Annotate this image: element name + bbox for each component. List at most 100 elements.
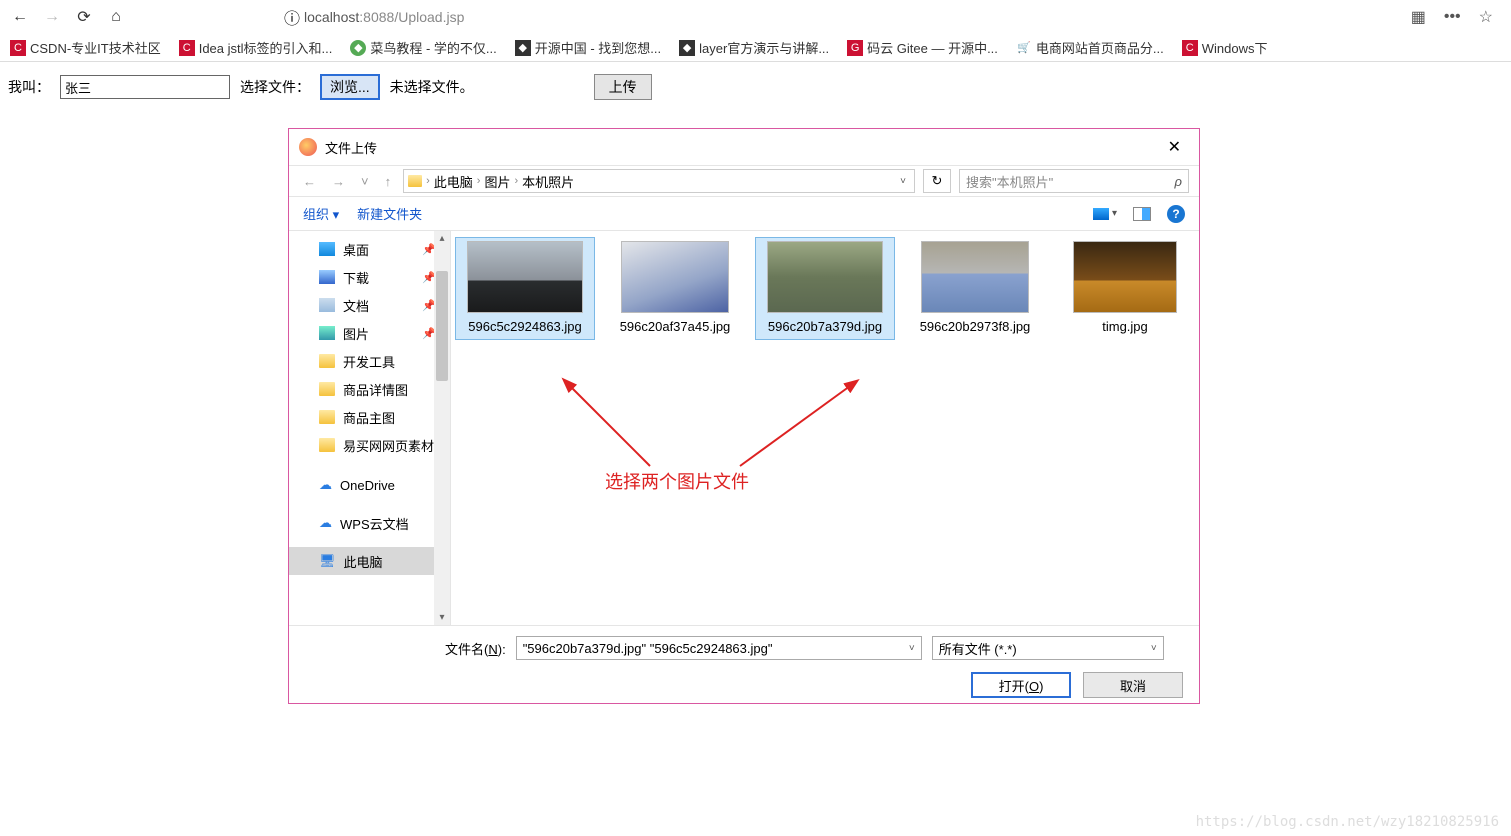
scroll-up-icon[interactable]: ▴: [437, 233, 447, 244]
filename-label: 文件名(N):: [445, 639, 506, 658]
sidebar-item[interactable]: 文档📌: [289, 291, 450, 319]
crumb-root[interactable]: 此电脑: [434, 172, 473, 191]
nav-back-icon[interactable]: ←: [299, 174, 320, 189]
view-mode-icon[interactable]: ▾: [1093, 208, 1117, 220]
url-text: localhost:8088/Upload.jsp: [304, 9, 464, 25]
sidebar-item[interactable]: 开发工具: [289, 347, 450, 375]
file-item[interactable]: 596c20b7a379d.jpg: [755, 237, 895, 340]
crumb-camera[interactable]: 本机照片: [522, 172, 574, 191]
name-input[interactable]: [60, 75, 230, 99]
sidebar-item[interactable]: 桌面📌: [289, 235, 450, 263]
nav-up-icon[interactable]: ↑: [381, 174, 396, 189]
file-thumbnail: [767, 241, 883, 313]
sidebar-label: 商品主图: [343, 408, 395, 427]
bookmark-item[interactable]: ◆layer官方演示与讲解...: [679, 38, 829, 57]
bookmark-item[interactable]: 🛒电商网站首页商品分...: [1016, 38, 1164, 57]
chevron-down-icon[interactable]: ˅: [1151, 643, 1157, 654]
bookmark-label: 电商网站首页商品分...: [1036, 38, 1164, 57]
chevron-right-icon: ›: [426, 175, 430, 187]
sidebar-item[interactable]: 易买网网页素材: [289, 431, 450, 459]
bookmark-label: Windows下: [1202, 38, 1268, 57]
open-button[interactable]: 打开(O): [971, 672, 1071, 698]
scroll-down-icon[interactable]: ▾: [437, 612, 447, 623]
reload-button[interactable]: ⟳: [72, 5, 96, 29]
sidebar-item[interactable]: 图片📌: [289, 319, 450, 347]
url-bar[interactable]: ⓘ localhost:8088/Upload.jsp: [276, 4, 1403, 30]
scrollbar-thumb[interactable]: [436, 271, 448, 381]
new-folder-button[interactable]: 新建文件夹: [357, 204, 422, 223]
file-item[interactable]: 596c20af37a45.jpg: [605, 237, 745, 340]
chevron-down-icon[interactable]: ˅: [900, 176, 906, 187]
file-name: 596c20b2973f8.jpg: [909, 319, 1041, 336]
bookmark-label: CSDN-专业IT技术社区: [30, 38, 161, 57]
help-icon[interactable]: ?: [1167, 205, 1185, 223]
folder-icon: [319, 298, 335, 312]
dialog-nav: ← → ˅ ↑ › 此电脑 › 图片 › 本机照片 ˅ ↻ 搜索"本机照片" ρ: [289, 165, 1199, 197]
dialog-sidebar: 桌面📌下载📌文档📌图片📌 开发工具商品详情图商品主图易买网网页素材 ☁OneDri…: [289, 231, 451, 625]
bookmark-item[interactable]: CIdea jstl标签的引入和...: [179, 38, 333, 57]
search-input[interactable]: 搜索"本机照片" ρ: [959, 169, 1189, 193]
file-name: 596c20af37a45.jpg: [609, 319, 741, 336]
back-button[interactable]: ←: [8, 5, 32, 29]
nav-forward-icon[interactable]: →: [328, 174, 349, 189]
page-body: 我叫： 选择文件： 浏览... 未选择文件。 上传: [0, 62, 1511, 112]
watermark: https://blog.csdn.net/wzy18210825916: [1196, 814, 1499, 830]
filetype-select[interactable]: 所有文件 (*.*)˅: [932, 636, 1164, 660]
file-thumbnail: [467, 241, 583, 313]
qr-icon[interactable]: ▦: [1411, 7, 1426, 27]
sidebar-label: 易买网网页素材: [343, 436, 434, 455]
bookmark-item[interactable]: ◆开源中国 - 找到您想...: [515, 38, 661, 57]
crumb-pictures[interactable]: 图片: [484, 172, 510, 191]
cancel-button[interactable]: 取消: [1083, 672, 1183, 698]
close-icon[interactable]: ✕: [1160, 133, 1189, 161]
bookmark-label: layer官方演示与讲解...: [699, 38, 829, 57]
sidebar-item-wps[interactable]: ☁WPS云文档: [289, 509, 450, 537]
bookmark-icon: C: [10, 40, 26, 56]
bookmark-item[interactable]: G码云 Gitee — 开源中...: [847, 38, 998, 57]
browse-button[interactable]: 浏览...: [320, 74, 380, 100]
home-button[interactable]: ⌂: [104, 5, 128, 29]
file-item[interactable]: 596c5c2924863.jpg: [455, 237, 595, 340]
bookmarks-bar: CCSDN-专业IT技术社区CIdea jstl标签的引入和...◆菜鸟教程 -…: [0, 34, 1511, 62]
upload-button[interactable]: 上传: [594, 74, 652, 100]
sidebar-label: 桌面: [343, 240, 369, 259]
bookmark-star-icon[interactable]: ☆: [1479, 7, 1493, 27]
dialog-footer: 文件名(N): "596c20b7a379d.jpg" "596c5c29248…: [289, 625, 1199, 708]
filename-input[interactable]: "596c20b7a379d.jpg" "596c5c2924863.jpg"˅: [516, 636, 922, 660]
sidebar-item[interactable]: 商品详情图: [289, 375, 450, 403]
preview-pane-icon[interactable]: [1133, 207, 1151, 221]
annotation-text: 选择两个图片文件: [605, 468, 749, 494]
onedrive-icon: ☁: [319, 477, 332, 493]
bookmark-icon: ◆: [350, 40, 366, 56]
sidebar-item[interactable]: 下载📌: [289, 263, 450, 291]
folder-icon: [319, 382, 335, 396]
forward-button[interactable]: →: [40, 5, 64, 29]
bookmark-item[interactable]: CCSDN-专业IT技术社区: [10, 38, 161, 57]
breadcrumb[interactable]: › 此电脑 › 图片 › 本机照片 ˅: [403, 169, 915, 193]
sidebar-item[interactable]: 商品主图: [289, 403, 450, 431]
sidebar-label: 开发工具: [343, 352, 395, 371]
file-name: 596c20b7a379d.jpg: [759, 319, 891, 336]
chevron-right-icon: ›: [477, 175, 481, 187]
sidebar-scrollbar[interactable]: ▴ ▾: [434, 231, 450, 625]
folder-icon: [319, 438, 335, 452]
sidebar-item-thispc[interactable]: 🖥此电脑: [289, 547, 450, 575]
bookmark-label: 码云 Gitee — 开源中...: [867, 38, 998, 57]
sidebar-item-onedrive[interactable]: ☁OneDrive: [289, 471, 450, 499]
bookmark-icon: C: [179, 40, 195, 56]
search-icon: ρ: [1175, 174, 1182, 189]
nav-recent-icon[interactable]: ˅: [357, 174, 373, 189]
bookmark-item[interactable]: ◆菜鸟教程 - 学的不仅...: [350, 38, 496, 57]
menu-icon[interactable]: •••: [1444, 8, 1461, 26]
refresh-icon[interactable]: ↻: [923, 169, 951, 193]
dialog-title: 文件上传: [325, 138, 377, 157]
file-dialog: 文件上传 ✕ ← → ˅ ↑ › 此电脑 › 图片 › 本机照片 ˅ ↻ 搜索"…: [288, 128, 1200, 704]
folder-icon: [408, 175, 422, 187]
file-item[interactable]: timg.jpg: [1055, 237, 1195, 340]
bookmark-item[interactable]: CWindows下: [1182, 38, 1268, 57]
file-item[interactable]: 596c20b2973f8.jpg: [905, 237, 1045, 340]
organize-menu[interactable]: 组织 ▾: [303, 204, 339, 223]
folder-icon: [319, 270, 335, 284]
chevron-down-icon[interactable]: ˅: [909, 643, 915, 654]
bookmark-icon: 🛒: [1016, 40, 1032, 56]
